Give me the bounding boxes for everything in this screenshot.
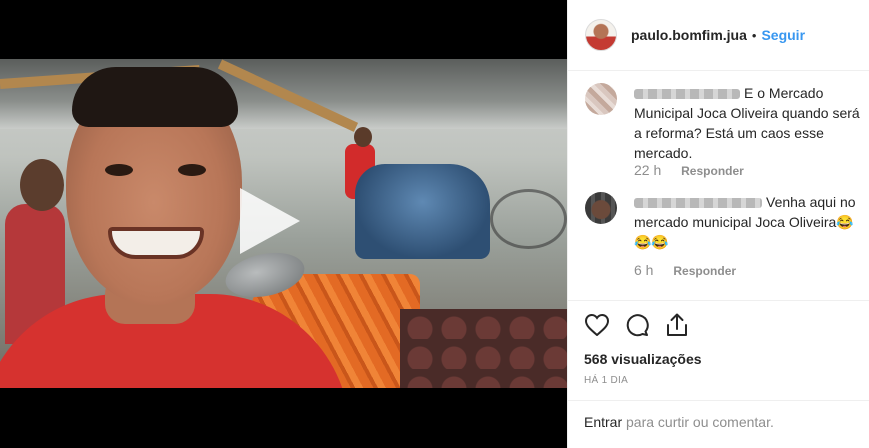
login-prompt: Entrar para curtir ou comentar. — [568, 400, 869, 443]
video-panel[interactable] — [0, 0, 567, 448]
comment-time[interactable]: 6 h — [634, 262, 653, 278]
comment-text: E o Mercado Municipal Joca Oliveira quan… — [634, 83, 869, 163]
comment-time[interactable]: 22 h — [634, 162, 661, 178]
man-eye — [105, 164, 133, 176]
man-mouth — [108, 227, 204, 259]
comment-text: Venha aqui no mercado municipal Joca Oli… — [634, 192, 869, 252]
vendor-head — [354, 127, 372, 147]
man-eye — [178, 164, 206, 176]
action-icons — [584, 311, 854, 339]
comment-avatar[interactable] — [585, 83, 617, 115]
username-link[interactable]: paulo.bomfim.jua — [631, 27, 747, 43]
man-hair — [72, 67, 238, 127]
post-actions: 568 visualizações HÁ 1 DIA — [568, 300, 869, 386]
view-count[interactable]: 568 visualizações — [584, 351, 854, 367]
beets — [400, 309, 567, 388]
avatar[interactable] — [585, 19, 617, 51]
comment-icon[interactable] — [624, 312, 650, 338]
woman-head — [20, 159, 64, 211]
share-icon[interactable] — [664, 312, 690, 338]
heart-icon[interactable] — [584, 312, 610, 338]
bicycle — [490, 189, 567, 249]
comment-author-blurred[interactable] — [634, 198, 762, 209]
login-link[interactable]: Entrar — [584, 414, 622, 430]
login-prompt-text: para curtir ou comentar. — [622, 414, 774, 430]
post-sidebar: paulo.bomfim.jua • Seguir E o Mercado Mu… — [567, 0, 869, 448]
post-header: paulo.bomfim.jua • Seguir — [568, 0, 869, 71]
comment-author-blurred[interactable] — [634, 89, 740, 100]
blue-tarp — [355, 164, 490, 259]
play-icon[interactable] — [240, 188, 300, 254]
comments-list[interactable]: E o Mercado Municipal Joca Oliveira quan… — [568, 72, 869, 300]
comment-meta: 6 h Responder — [634, 262, 736, 278]
reply-button[interactable]: Responder — [673, 264, 736, 278]
comment-avatar[interactable] — [585, 192, 617, 224]
reply-button[interactable]: Responder — [681, 164, 744, 178]
comment-meta: 22 h Responder — [634, 162, 744, 178]
post-date[interactable]: HÁ 1 DIA — [584, 375, 854, 386]
separator-dot: • — [751, 27, 757, 43]
follow-button[interactable]: Seguir — [761, 27, 805, 43]
